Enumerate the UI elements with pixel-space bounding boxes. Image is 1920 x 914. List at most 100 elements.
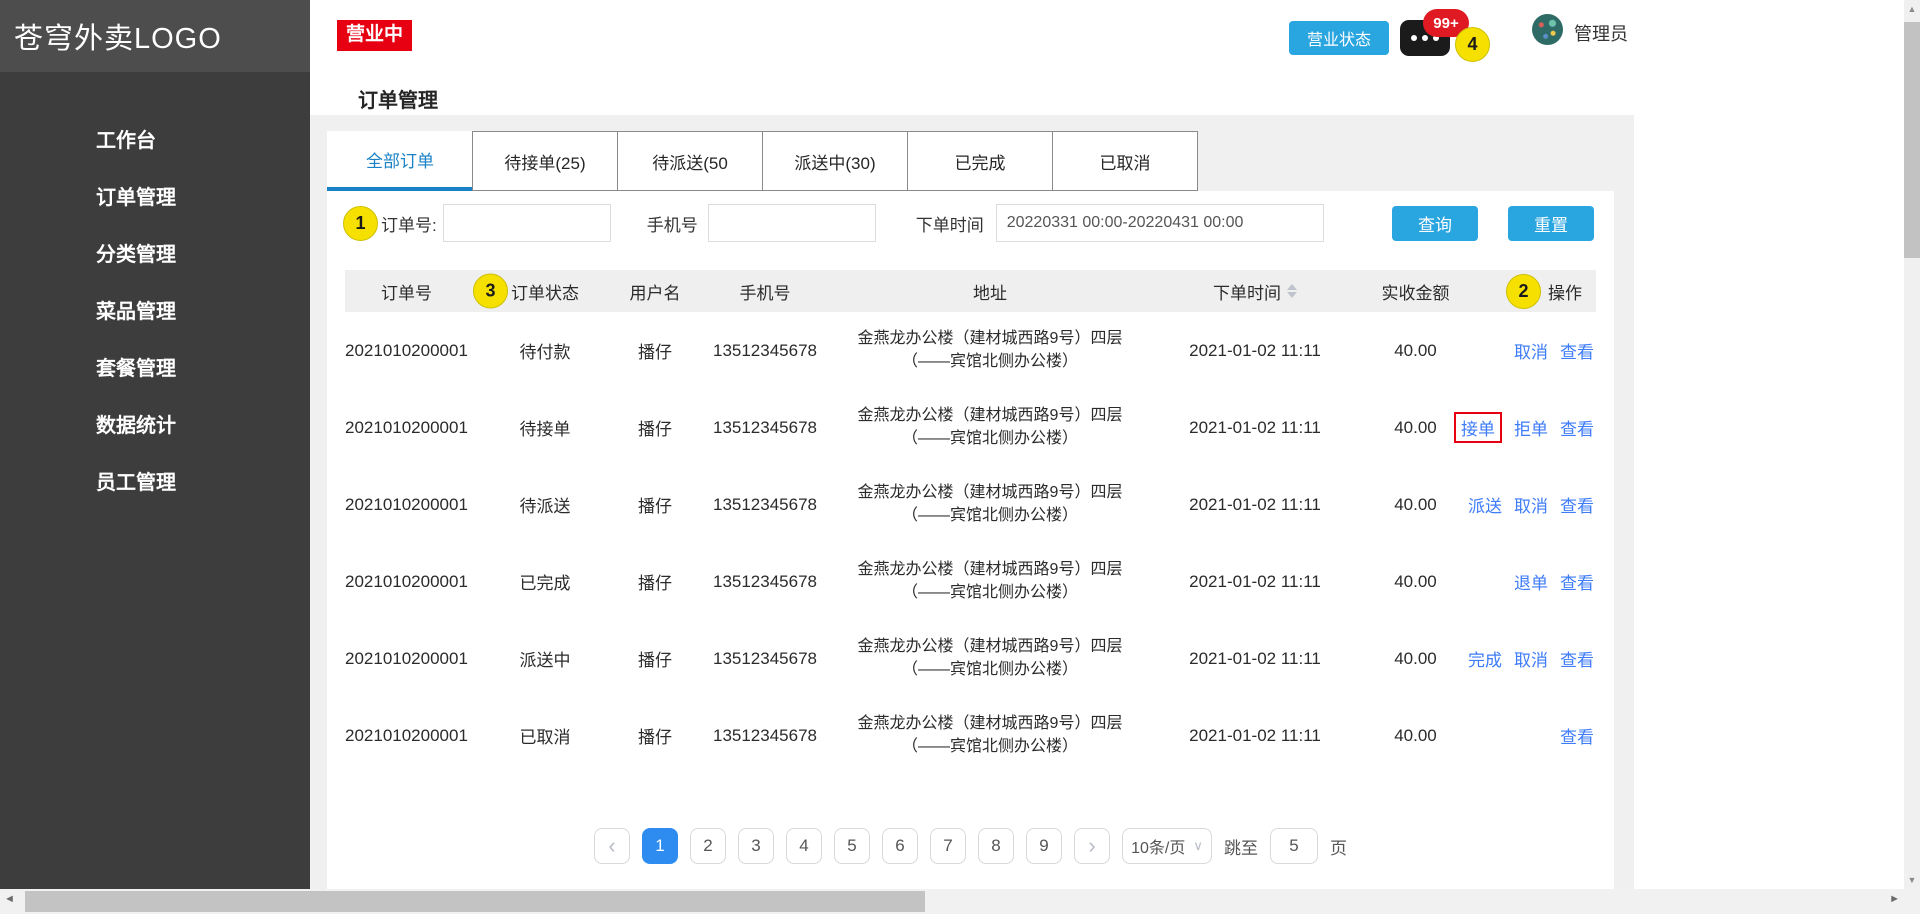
reset-button[interactable]: 重置 [1508,205,1594,241]
content-panel: 全部订单 待接单(25) 待派送(50 派送中(30) 已完成 已取消 1 订单… [310,115,1634,889]
view-order-link[interactable]: 查看 [1560,415,1594,440]
order-no-label: 订单号: [381,215,437,235]
page-button-5[interactable]: 5 [834,828,870,864]
cell-phone: 13512345678 [712,725,817,745]
cell-user: 播仔 [638,728,672,747]
scroll-left-icon[interactable]: ◄ [4,893,15,905]
cancel-order-link[interactable]: 取消 [1514,646,1548,671]
address-line2: （——宾馆北侧办公楼） [901,352,1078,370]
order-no-input[interactable] [442,204,611,242]
view-order-link[interactable]: 查看 [1560,492,1594,517]
sidebar-item-statistics[interactable]: 数据统计 [0,395,310,452]
tab-pending-accept[interactable]: 待接单(25) [472,131,618,191]
table-row: 2021010200001 待派送 播仔 13512345678 金燕龙办公楼（… [345,466,1596,543]
table-header-row: 订单号 3 订单状态 用户名 手机号 地址 下单时间 实收金额 2 操作 [345,270,1596,312]
chat-dot-icon [1411,35,1417,41]
cell-amount: 40.00 [1394,340,1437,360]
tab-cancelled[interactable]: 已取消 [1052,131,1198,191]
vertical-scrollbar-thumb[interactable] [1904,22,1920,258]
sidebar-item-category-management[interactable]: 分类管理 [0,224,310,281]
address-line1: 金燕龙办公楼（建材城西路9号）四层 [857,330,1123,348]
page-button-3[interactable]: 3 [738,828,774,864]
business-status-button[interactable]: 营业状态 [1289,21,1389,55]
horizontal-scrollbar-thumb[interactable] [25,891,925,912]
page-button-9[interactable]: 9 [1026,828,1062,864]
scroll-down-icon[interactable]: ▼ [1904,875,1920,885]
tab-completed[interactable]: 已完成 [907,131,1053,191]
avatar[interactable] [1532,14,1563,45]
page-unit-label: 页 [1330,838,1347,858]
reject-order-link[interactable]: 拒单 [1514,415,1548,440]
order-time-range-input[interactable] [995,204,1324,242]
dispatch-order-link[interactable]: 派送 [1468,492,1502,517]
cell-status: 派送中 [519,651,571,670]
scroll-up-icon[interactable]: ▲ [1904,4,1920,14]
page-button-6[interactable]: 6 [882,828,918,864]
header-order-status: 3 订单状态 [473,273,605,309]
sidebar-menu: 工作台 订单管理 分类管理 菜品管理 套餐管理 数据统计 员工管理 [0,110,310,509]
page-size-select[interactable]: 10条/页 ∨ [1122,828,1212,864]
sidebar-item-employee-management[interactable]: 员工管理 [0,452,310,509]
address-line1: 金燕龙办公楼（建材城西路9号）四层 [857,561,1123,579]
header-order-status-label: 订单状态 [511,283,579,303]
cell-actions: 完成 取消 查看 [1468,646,1596,671]
header-amount: 实收金额 [1381,283,1450,303]
jump-to-input[interactable] [1270,828,1318,864]
page-button-4[interactable]: 4 [786,828,822,864]
cell-amount: 40.00 [1394,725,1437,745]
cell-address: 金燕龙办公楼（建材城西路9号）四层 （——宾馆北侧办公楼） [825,636,1155,681]
cell-amount: 40.00 [1394,494,1437,514]
chevron-right-icon[interactable]: › [1074,828,1110,864]
address-line1: 金燕龙办公楼（建材城西路9号）四层 [857,638,1123,656]
vertical-scrollbar[interactable]: ▲ ▼ [1904,0,1920,889]
page-size-value: 10条/页 [1131,840,1186,857]
cell-order-no: 2021010200001 [345,725,468,745]
order-time-label: 下单时间 [915,215,984,235]
view-order-link[interactable]: 查看 [1560,646,1594,671]
search-bar: 1 订单号: 手机号 下单时间 查询 重置 [327,191,1614,242]
complete-order-link[interactable]: 完成 [1468,646,1502,671]
horizontal-scrollbar[interactable]: ◄ ► [0,889,1920,914]
table-row: 2021010200001 派送中 播仔 13512345678 金燕龙办公楼（… [345,620,1596,697]
table-row: 2021010200001 待接单 播仔 13512345678 金燕龙办公楼（… [345,389,1596,466]
cell-user: 播仔 [638,651,672,670]
query-button[interactable]: 查询 [1392,205,1478,241]
scroll-right-icon[interactable]: ► [1889,893,1900,905]
cell-status: 已完成 [519,574,571,593]
sidebar-item-order-management[interactable]: 订单管理 [0,167,310,224]
cell-phone: 13512345678 [712,648,817,668]
header-actions-label: 操作 [1548,283,1582,303]
cell-address: 金燕龙办公楼（建材城西路9号）四层 （——宾馆北侧办公楼） [825,328,1155,373]
page-button-8[interactable]: 8 [978,828,1014,864]
view-order-link[interactable]: 查看 [1560,338,1594,363]
sidebar-item-workbench[interactable]: 工作台 [0,110,310,167]
phone-input[interactable] [707,204,876,242]
tab-pending-dispatch[interactable]: 待派送(50 [617,131,763,191]
view-order-link[interactable]: 查看 [1560,723,1594,748]
cell-time: 2021-01-02 11:11 [1189,340,1321,360]
address-line2: （——宾馆北侧办公楼） [901,660,1078,678]
address-line1: 金燕龙办公楼（建材城西路9号）四层 [857,407,1123,425]
page-button-1[interactable]: 1 [642,828,678,864]
refund-order-link[interactable]: 退单 [1514,569,1548,594]
header-order-time-label: 下单时间 [1213,283,1281,303]
chevron-left-icon[interactable]: ‹ [594,828,630,864]
address-line2: （——宾馆北侧办公楼） [901,429,1078,447]
address-line1: 金燕龙办公楼（建材城西路9号）四层 [857,715,1123,733]
orders-card: 1 订单号: 手机号 下单时间 查询 重置 订单号 3 [327,191,1614,889]
cancel-order-link[interactable]: 取消 [1514,492,1548,517]
sidebar-item-dish-management[interactable]: 菜品管理 [0,281,310,338]
cell-order-no: 2021010200001 [345,340,468,360]
sidebar-item-combo-management[interactable]: 套餐管理 [0,338,310,395]
sort-icon[interactable] [1287,284,1297,298]
cell-time: 2021-01-02 11:11 [1189,648,1321,668]
page-button-2[interactable]: 2 [690,828,726,864]
page-button-7[interactable]: 7 [930,828,966,864]
view-order-link[interactable]: 查看 [1560,569,1594,594]
cell-address: 金燕龙办公楼（建材城西路9号）四层 （——宾馆北侧办公楼） [825,405,1155,450]
accept-order-link[interactable]: 接单 [1454,412,1502,443]
cell-time: 2021-01-02 11:11 [1189,571,1321,591]
cancel-order-link[interactable]: 取消 [1514,338,1548,363]
tab-dispatching[interactable]: 派送中(30) [762,131,908,191]
tab-all-orders[interactable]: 全部订单 [327,131,473,191]
